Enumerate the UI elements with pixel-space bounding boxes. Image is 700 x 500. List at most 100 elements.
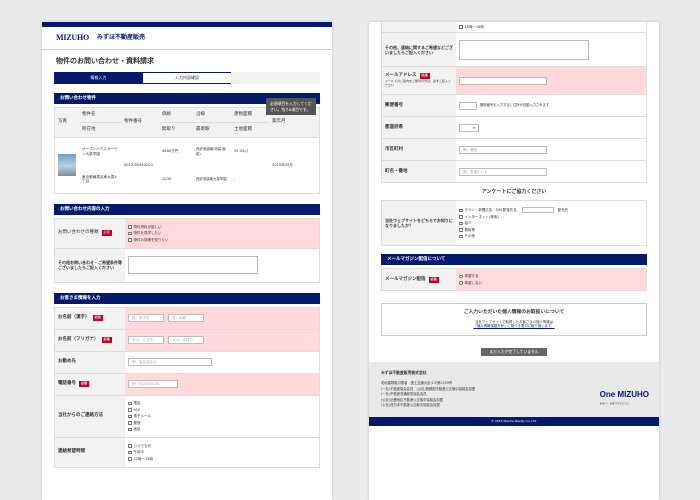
submit-button[interactable]: まだ入力が完了していません [481,347,547,357]
email-note: メールでのご案内をご希望の方は、必ずご記入ください [385,79,452,87]
contact-other-textarea[interactable] [459,39,589,60]
inquiry-type-options: 物件資料が欲しい 物件を見学したい 物件の詳細を知りたい [125,219,172,248]
contact-mail-checkbox[interactable]: 郵便 [128,420,141,426]
kana-label: お名前（フリガナ） [58,337,99,343]
phone-input[interactable]: 例：0120-00-00 [128,380,178,389]
option-label: 希望しない [464,280,483,285]
col-station: 最寄駅 [193,122,231,137]
option-label: 紹介 [464,221,472,226]
survey-label: 当社ウェブサイトをどちらでお知りになりましたか？ [382,201,456,246]
pref-label: 都道府県 [382,117,456,138]
required-tooltip: 必須項目を入力してください。残り8項目です。 [266,98,316,116]
step-input: 情報入力 [54,71,143,84]
step-label: 情報入力 [90,75,107,81]
step-indicator: 情報入力 入力内容確認 [54,71,321,84]
customer-form: お名前（漢字） 必須 姓：みずほ 名：太郎 お名前（フリガナ） 必須 セイ：ミズホ … [54,306,320,468]
form-page-left: MIZUHO みずほ不動産販売 物件のお問い合わせ・資料請求 情報入力 入力内容… [42,22,332,500]
pref-select[interactable]: ▾ [459,123,479,132]
property-photo[interactable] [58,154,76,177]
privacy-title: ご入力いただいた個人情報のお取扱いについて [463,310,565,316]
mail-magazine-form: メールマガジン配信 必須 希望する 希望しない [381,268,647,292]
survey-sign-checkbox[interactable]: 看板等 [459,227,475,233]
work-input[interactable]: 例：会社名など [128,358,212,367]
inquiry-free-label: その他お問い合わせ・ご希望条件等ございましたらご記入ください [55,248,125,282]
footer: みずほ不動産販売株式会社 宅地建物取引業者 国土交通大臣(13)第2529号 (… [369,362,659,417]
zip-input[interactable] [459,101,477,110]
option-label: 午前中 [133,450,145,455]
contact-label: 当社からのご連絡方法 [55,395,125,437]
time-label: 連絡希望時間 [55,437,125,467]
time-noon-checkbox[interactable]: 12時〜15時 [128,456,153,462]
option-label: インターネット(検索) [464,214,499,219]
time-afternoon-checkbox[interactable]: 15時〜18時 [459,24,484,30]
inquiry-textarea[interactable] [128,256,258,275]
option-label: 面談 [133,427,141,432]
table-row: オープンハウスガーデン大泉学園 東京都練馬区東大泉4丁目 0012-909442… [55,136,319,193]
col-number: 物件番号 [121,107,159,137]
privacy-link[interactable]: 「個人情報保護方針」に基づき適切に取り扱います。 [388,324,640,328]
survey-options: チラシ・新聞広告・DM 配達先名 配布先 インターネット(検索) 紹介 看板等 そ… [456,201,571,245]
required-badge: 必須 [79,381,90,388]
mag-yes-radio[interactable]: 希望する [459,274,479,280]
last-name-input[interactable]: 姓：みずほ [128,314,164,323]
inquiry-option-materials[interactable]: 物件資料が欲しい [128,224,162,230]
option-label: 物件の詳細を知りたい [133,237,169,242]
privacy-box: ご入力いただいた個人情報のお取扱いについて 当社ウェブサイトで取得したお客さまの… [381,303,647,336]
property-layout: 2LDK [162,176,172,181]
option-label: 郵便 [133,420,141,425]
first-name-input[interactable]: 名：太郎 [168,314,204,323]
property-area: 55.53㎡ [234,149,248,154]
email-input[interactable] [459,76,547,85]
copyright-text: © 2015 Mizuho Realty Co.,Ltd. [491,418,537,423]
survey-form: 当社ウェブサイトをどちらでお知りになりましたか？ チラシ・新聞広告・DM 配達先… [381,200,647,247]
mag-no-radio[interactable]: 希望しない [459,280,482,286]
city-label: 市区町村 [382,139,456,160]
section-inquiry: お問い合わせ内容の入力 [54,203,320,215]
option-label: 物件資料が欲しい [133,224,162,229]
option-label: その他 [464,234,476,239]
city-input[interactable]: 例：港区 [459,145,547,154]
work-label: お勤め先 [55,351,125,373]
last-kana-input[interactable]: セイ：ミズホ [128,336,164,345]
col-area: 建物面積 [231,107,269,123]
option-label: 看板等 [464,227,476,232]
property-number: 0012-90944203 [124,163,153,167]
inquiry-option-visit[interactable]: 物件を見学したい [128,231,162,237]
option-label: 物件を見学したい [133,231,162,236]
col-line: 沿線 [193,107,231,123]
option-label: 12時〜15時 [133,456,153,461]
property-name[interactable]: オープンハウスガーデン大泉学園 [79,138,121,166]
required-badge: 必須 [101,337,112,344]
inquiry-option-details[interactable]: 物件の詳細を知りたい [128,237,169,243]
contact-other-label: その他、連絡に関するご希望などございましたらご記入ください [382,33,456,66]
survey-internet-checkbox[interactable]: インターネット(検索) [459,214,499,220]
street-input[interactable]: 例：芝浦1-1-1 [459,167,547,176]
page-title: 物件のお問い合わせ・資料請求 [56,57,154,65]
mag-label: メールマガジン配信 [385,276,426,282]
col-layout: 間取り [159,122,193,137]
contact-phone-checkbox[interactable]: 電話 [128,401,141,407]
survey-other-checkbox[interactable]: その他 [459,234,475,240]
zip-label: 郵便番号 [382,95,456,116]
brand-sub: 未来へ。お客さまとともに [599,402,630,406]
survey-flyer-input[interactable] [521,207,554,214]
time-anytime-checkbox[interactable]: いつでも可 [128,443,151,449]
contact-email-checkbox[interactable]: 電子メール [128,414,151,420]
time-morning-checkbox[interactable]: 午前中 [128,450,144,456]
street-label: 町名・番地 [382,161,456,182]
property-price: 4480万円 [162,149,179,154]
first-kana-input[interactable]: メイ：タロウ [168,336,204,345]
contact-fax-checkbox[interactable]: FAX [128,407,140,413]
brand-text: One MIZUHO [599,390,649,400]
survey-flyer-checkbox[interactable]: チラシ・新聞広告・DM 配達先名 配布先 [459,207,568,214]
option-label: 希望する [464,274,479,279]
mizuho-logo[interactable]: MIZUHO [56,33,89,43]
section-customer: お客さま情報を入力 [54,292,320,304]
form-page-right: 15時〜18時 その他、連絡に関するご希望などございましたらご記入ください メー… [369,22,659,500]
survey-referral-checkbox[interactable]: 紹介 [459,221,472,227]
property-location: 東京都練馬区東大泉4丁目 [82,174,117,183]
contact-meeting-checkbox[interactable]: 面談 [128,427,141,433]
option-label: FAX [133,407,140,412]
option-label: 15時〜18時 [464,24,484,29]
property-year: 2015年09月 [272,163,293,167]
